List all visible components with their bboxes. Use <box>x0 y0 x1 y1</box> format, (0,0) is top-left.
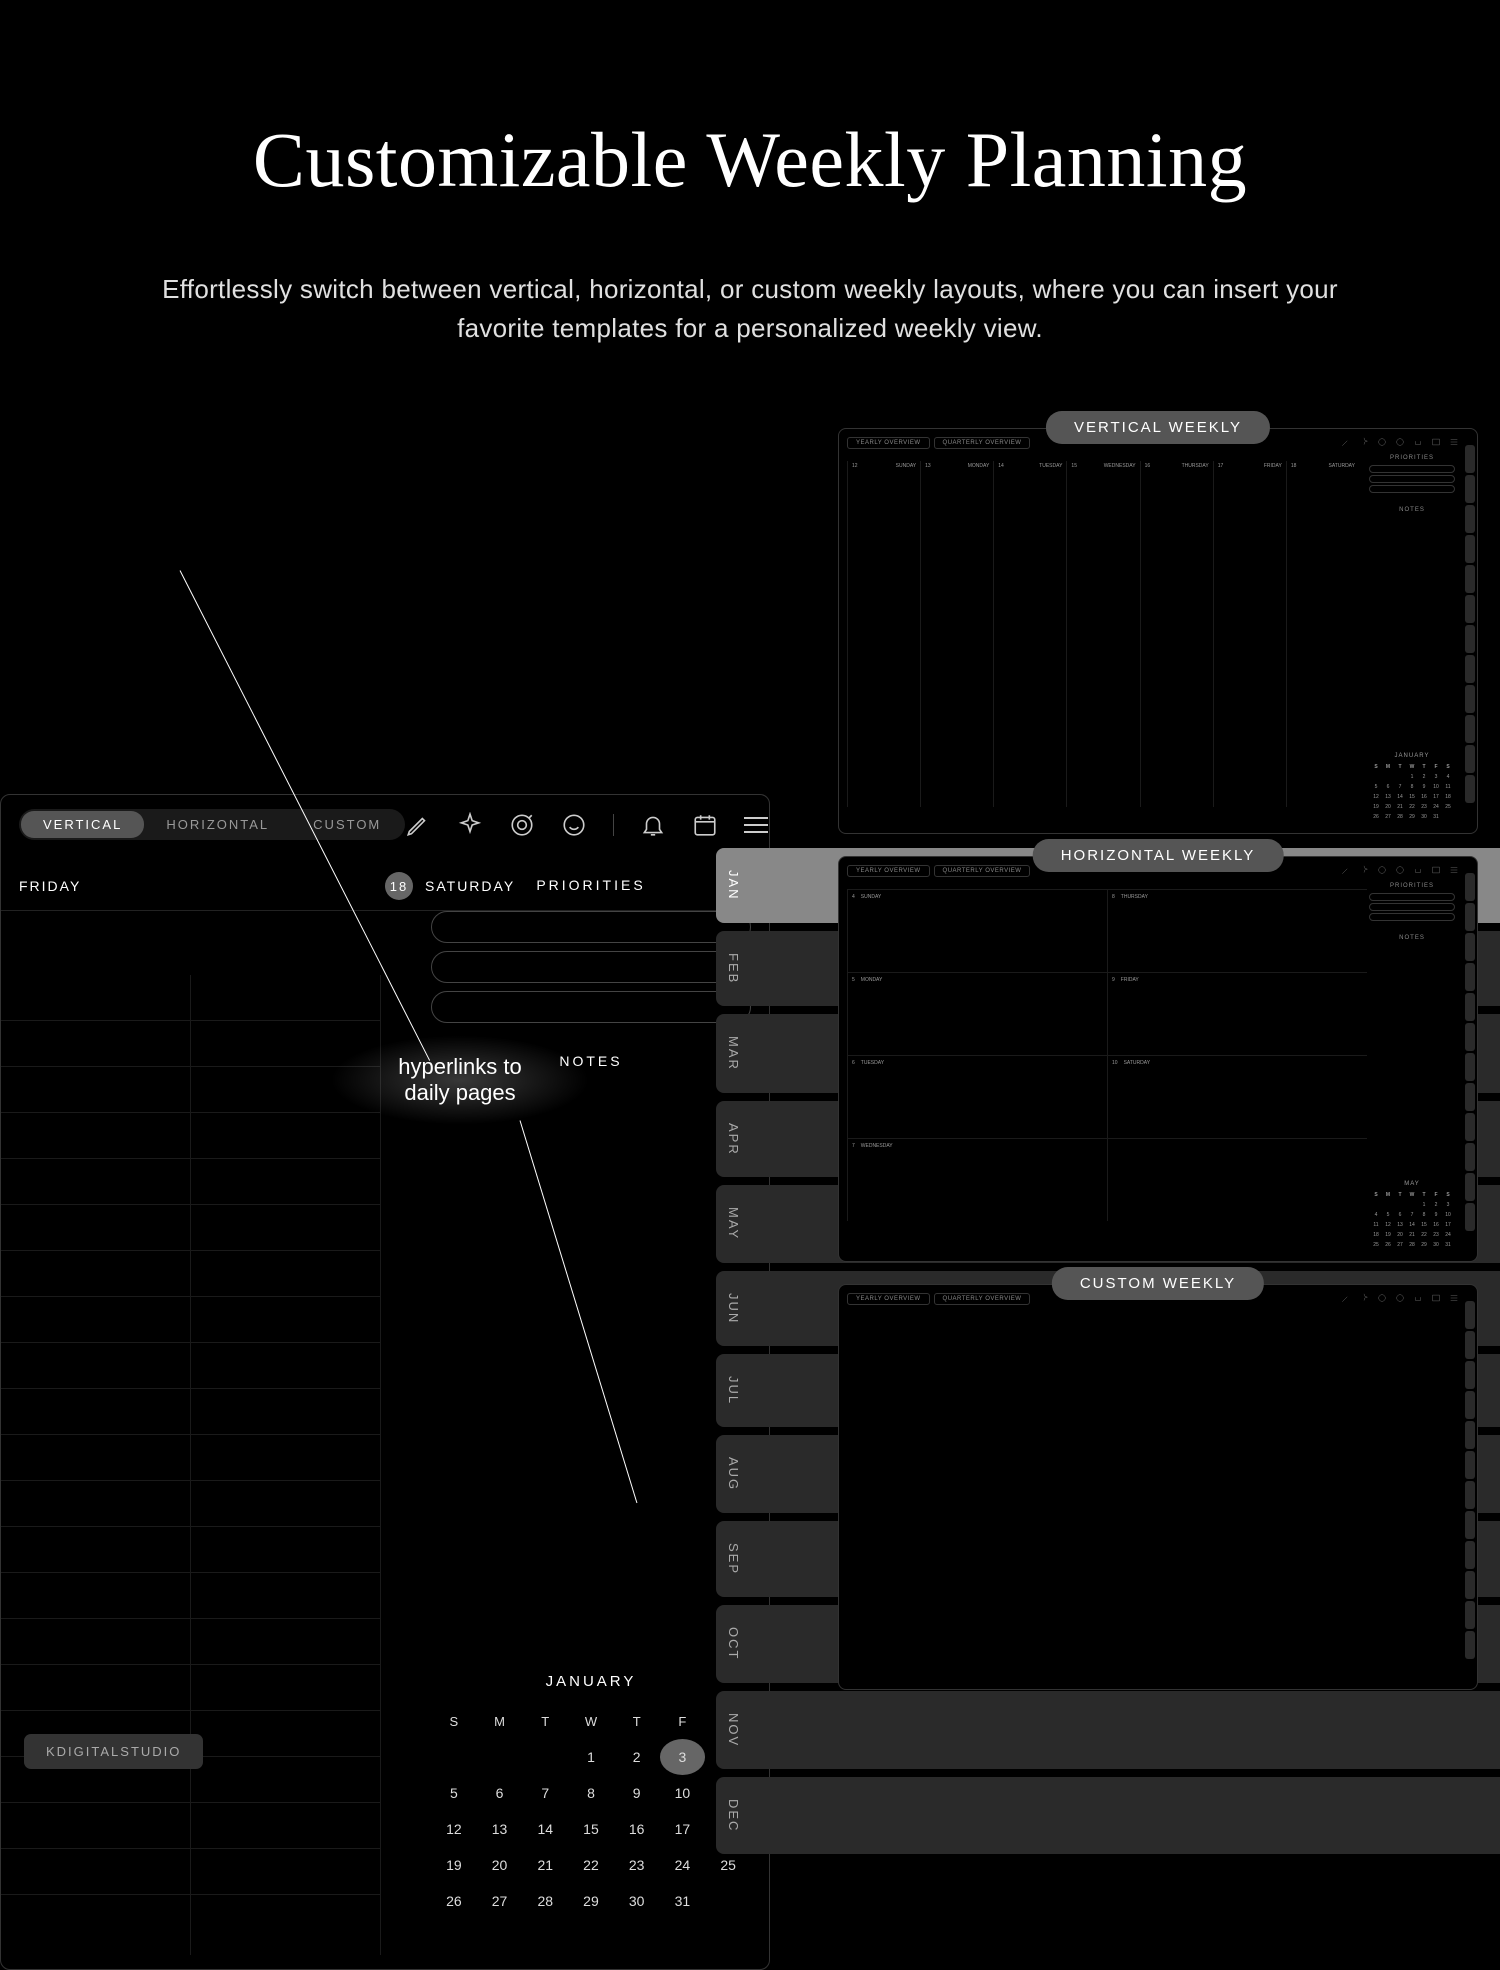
brand-badge: KDIGITALSTUDIO <box>24 1734 203 1769</box>
priority-slot[interactable] <box>431 911 751 943</box>
smiley-icon[interactable] <box>561 812 587 838</box>
minical-month: JANUARY <box>431 1673 751 1690</box>
dow: M <box>477 1704 523 1739</box>
dow: F <box>660 1704 706 1739</box>
toolbar-divider <box>613 814 614 836</box>
thumb-tab[interactable]: YEARLY OVERVIEW <box>847 1293 930 1305</box>
thumb-toolbar <box>1341 437 1459 447</box>
thumb-minical-title: JANUARY <box>1369 753 1455 759</box>
thumb-custom: CUSTOM WEEKLY YEARLY OVERVIEW QUARTERLY … <box>838 1284 1478 1690</box>
cal-day[interactable]: 30 <box>614 1883 660 1919</box>
pencil-icon[interactable] <box>405 812 431 838</box>
sparkle-icon[interactable] <box>457 812 483 838</box>
cal-day[interactable]: 26 <box>431 1883 477 1919</box>
thumb-label-horizontal: HORIZONTAL WEEKLY <box>1033 839 1284 872</box>
month-tab-nov[interactable]: NOV <box>716 1691 1500 1769</box>
thumb-vertical: VERTICAL WEEKLY YEARLY OVERVIEW QUARTERL… <box>838 428 1478 834</box>
priority-slot[interactable] <box>431 951 751 983</box>
cal-day[interactable]: 29 <box>568 1883 614 1919</box>
thumb-horizontal: HORIZONTAL WEEKLY YEARLY OVERVIEW QUARTE… <box>838 856 1478 1262</box>
layout-tab-group: VERTICAL HORIZONTAL CUSTOM <box>19 809 405 840</box>
cal-day[interactable]: 31 <box>660 1883 706 1919</box>
cal-day[interactable]: 28 <box>522 1883 568 1919</box>
cal-day[interactable]: 24 <box>660 1847 706 1883</box>
thumb-notes-label: NOTES <box>1369 935 1455 941</box>
cal-day[interactable]: 16 <box>614 1811 660 1847</box>
dow: T <box>614 1704 660 1739</box>
cal-day[interactable]: 15 <box>568 1811 614 1847</box>
thumb-label-vertical: VERTICAL WEEKLY <box>1046 411 1270 444</box>
cal-day[interactable] <box>522 1739 568 1775</box>
page-subtitle: Effortlessly switch between vertical, ho… <box>160 270 1340 348</box>
thumb-toolbar <box>1341 865 1459 875</box>
calendar-icon[interactable] <box>692 812 718 838</box>
cal-day[interactable]: 8 <box>568 1775 614 1811</box>
day-date-badge[interactable]: 18 <box>385 872 413 900</box>
cal-day[interactable]: 20 <box>477 1847 523 1883</box>
thumb-tab[interactable]: QUARTERLY OVERVIEW <box>934 865 1031 877</box>
cal-day[interactable]: 14 <box>522 1811 568 1847</box>
cal-day[interactable]: 19 <box>431 1847 477 1883</box>
hyperlink-callout: hyperlinks to daily pages <box>330 1035 590 1125</box>
cal-day[interactable] <box>705 1883 751 1919</box>
cal-day[interactable]: 6 <box>477 1775 523 1811</box>
cal-day[interactable] <box>477 1739 523 1775</box>
cal-day[interactable]: 10 <box>660 1775 706 1811</box>
target-icon[interactable] <box>509 812 535 838</box>
cal-day[interactable]: 5 <box>431 1775 477 1811</box>
mini-calendar: JANUARY SMTWTFS 1234 567891011 121314151… <box>431 1673 751 1919</box>
cal-day[interactable]: 2 <box>614 1739 660 1775</box>
thumb-priorities-label: PRIORITIES <box>1369 883 1455 889</box>
cal-day[interactable]: 1 <box>568 1739 614 1775</box>
priorities-heading: PRIORITIES <box>431 877 751 893</box>
tab-horizontal[interactable]: HORIZONTAL <box>144 811 291 838</box>
thumb-tab[interactable]: QUARTERLY OVERVIEW <box>934 437 1031 449</box>
month-tab-dec[interactable]: DEC <box>716 1777 1500 1854</box>
cal-day[interactable]: 22 <box>568 1847 614 1883</box>
cal-day[interactable]: 21 <box>522 1847 568 1883</box>
dow: T <box>522 1704 568 1739</box>
thumb-tab[interactable]: YEARLY OVERVIEW <box>847 437 930 449</box>
thumb-tab[interactable]: YEARLY OVERVIEW <box>847 865 930 877</box>
cal-day[interactable]: 9 <box>614 1775 660 1811</box>
thumb-notes-label: NOTES <box>1369 507 1455 513</box>
thumb-minical-title: MAY <box>1369 1181 1455 1187</box>
cal-day[interactable]: 17 <box>660 1811 706 1847</box>
cal-day[interactable] <box>431 1739 477 1775</box>
cal-day[interactable]: 12 <box>431 1811 477 1847</box>
dow: S <box>431 1704 477 1739</box>
menu-icon[interactable] <box>744 817 768 833</box>
page-title: Customizable Weekly Planning <box>0 115 1500 205</box>
thumb-tab[interactable]: QUARTERLY OVERVIEW <box>934 1293 1031 1305</box>
cal-day[interactable]: 13 <box>477 1811 523 1847</box>
main-planner-panel: VERTICAL HORIZONTAL CUSTOM FRIDAY 18 SAT… <box>0 794 770 1970</box>
cal-day[interactable]: 7 <box>522 1775 568 1811</box>
dow: W <box>568 1704 614 1739</box>
bell-icon[interactable] <box>640 812 666 838</box>
cal-day[interactable]: 27 <box>477 1883 523 1919</box>
day-label-friday: FRIDAY <box>19 878 81 894</box>
thumb-priorities-label: PRIORITIES <box>1369 455 1455 461</box>
cal-day-selected[interactable]: 3 <box>660 1739 706 1775</box>
priority-slot[interactable] <box>431 991 751 1023</box>
hour-grid <box>1 975 381 1955</box>
cal-day[interactable]: 23 <box>614 1847 660 1883</box>
thumb-label-custom: CUSTOM WEEKLY <box>1052 1267 1264 1300</box>
thumb-toolbar <box>1341 1293 1459 1303</box>
tab-vertical[interactable]: VERTICAL <box>21 811 144 838</box>
